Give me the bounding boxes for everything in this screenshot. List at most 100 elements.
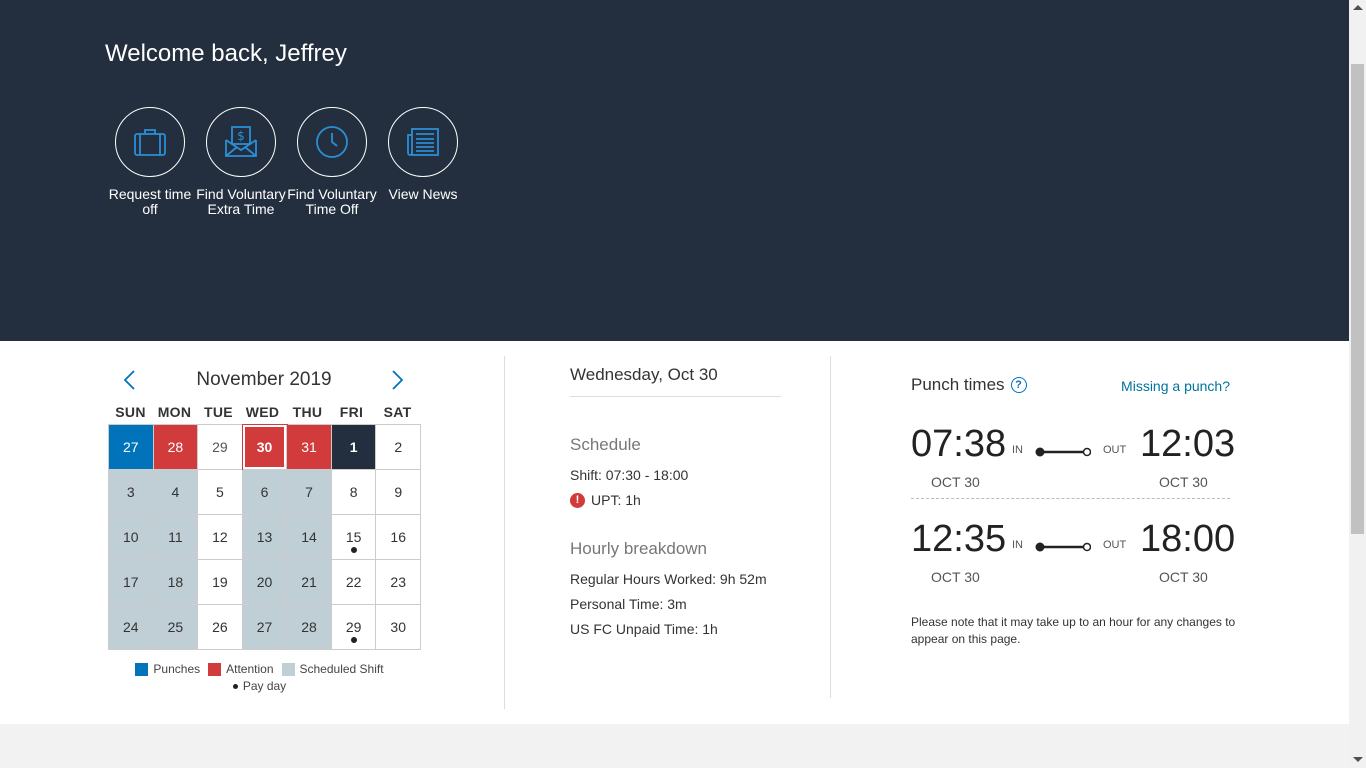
previous-month-button[interactable] xyxy=(120,369,140,391)
calendar-day[interactable]: 28 xyxy=(153,425,199,470)
calendar-day[interactable]: 14 xyxy=(287,515,332,560)
calendar-day-number: 9 xyxy=(394,484,403,500)
calendar-day[interactable]: 27 xyxy=(109,425,154,470)
calendar-day-number: 29 xyxy=(345,619,362,635)
in-label: IN xyxy=(1012,444,1023,456)
legend-attention: Attention xyxy=(208,662,274,676)
legend-scheduled-shift: Scheduled Shift xyxy=(281,662,384,676)
clock-icon xyxy=(297,107,367,177)
welcome-heading: Welcome back, Jeffrey xyxy=(105,40,347,67)
calendar-day[interactable]: 29 xyxy=(198,425,243,470)
calendar-day[interactable]: 4 xyxy=(153,470,199,515)
calendar-day-number: 13 xyxy=(256,529,273,545)
calendar-day-number: 30 xyxy=(256,439,273,455)
calendar-day[interactable]: 1 xyxy=(331,425,377,470)
calendar-day-number: 21 xyxy=(301,574,317,590)
unpaid-time-text: US FC Unpaid Time: 1h xyxy=(570,621,718,637)
calendar-day-number: 6 xyxy=(260,484,269,500)
punch-times-heading: Punch times ? xyxy=(911,375,1027,395)
punch-times-title: Punch times xyxy=(911,375,1005,394)
punch-out-time: 18:00 xyxy=(1140,518,1236,560)
weekday-header: WED xyxy=(245,404,280,420)
newspaper-icon xyxy=(388,107,458,177)
calendar-day-number: 23 xyxy=(390,574,406,590)
weekday-header: SUN xyxy=(115,404,146,420)
calendar-day[interactable]: 27 xyxy=(242,605,288,650)
calendar-day-number: 3 xyxy=(126,484,135,500)
calendar-day-number: 1 xyxy=(349,439,358,455)
calendar-day[interactable]: 10 xyxy=(109,515,154,560)
calendar-day[interactable]: 15 xyxy=(331,515,377,560)
calendar-day[interactable]: 12 xyxy=(198,515,243,560)
calendar-day-number: 19 xyxy=(212,574,228,590)
calendar-day[interactable]: 16 xyxy=(376,515,421,560)
missing-punch-link[interactable]: Missing a punch? xyxy=(1100,378,1230,394)
calendar-month-title: November 2019 xyxy=(196,369,332,390)
calendar-day[interactable]: 29 xyxy=(331,605,377,650)
calendar-day-number: 7 xyxy=(305,484,313,500)
next-month-button[interactable] xyxy=(387,369,407,391)
calendar-day[interactable]: 7 xyxy=(287,470,332,515)
calendar-day[interactable]: 31 xyxy=(287,425,332,470)
punch-in-time: 12:35 xyxy=(911,518,1007,560)
calendar-day[interactable]: 26 xyxy=(198,605,243,650)
calendar-day-number: 24 xyxy=(122,619,139,635)
find-voluntary-extra-time-button[interactable]: $ Find Voluntary Extra Time xyxy=(191,107,291,217)
calendar-day[interactable]: 30 xyxy=(376,605,421,650)
calendar-day-number: 25 xyxy=(167,619,184,635)
calendar-day[interactable]: 13 xyxy=(242,515,288,560)
calendar-day[interactable]: 21 xyxy=(287,560,332,605)
calendar-day[interactable]: 2 xyxy=(376,425,421,470)
scroll-up-arrow-icon[interactable] xyxy=(1353,5,1363,10)
calendar-day[interactable]: 3 xyxy=(109,470,154,515)
calendar-day[interactable]: 11 xyxy=(153,515,199,560)
alert-icon: ! xyxy=(570,492,585,508)
calendar-day[interactable]: 8 xyxy=(331,470,377,515)
calendar-day-number: 8 xyxy=(349,484,358,500)
calendar-day-number: 27 xyxy=(256,619,273,635)
calendar-day[interactable]: 24 xyxy=(109,605,154,650)
calendar-day[interactable]: 19 xyxy=(198,560,243,605)
column-divider xyxy=(504,356,505,709)
calendar-day-number: 15 xyxy=(345,529,362,545)
calendar-day[interactable]: 25 xyxy=(153,605,199,650)
request-time-off-label: Request time off xyxy=(108,186,192,217)
calendar-day[interactable]: 5 xyxy=(198,470,243,515)
legend-label: Scheduled Shift xyxy=(299,662,384,676)
calendar-day[interactable]: 28 xyxy=(287,605,332,650)
punch-in-date: OCT 30 xyxy=(931,474,980,490)
calendar-day[interactable]: 30 xyxy=(241,424,289,471)
calendar-day[interactable]: 23 xyxy=(376,560,421,605)
calendar-day[interactable]: 6 xyxy=(242,470,288,515)
view-news-label: View News xyxy=(388,186,458,202)
punch-in-time: 07:38 xyxy=(911,423,1007,465)
punch-connector-icon xyxy=(1035,447,1091,457)
find-voluntary-time-off-button[interactable]: Find Voluntary Time Off xyxy=(282,107,382,217)
weekday-header: SAT xyxy=(383,404,412,420)
view-news-button[interactable]: View News xyxy=(373,107,473,202)
calendar-day[interactable]: 22 xyxy=(331,560,377,605)
regular-hours-text: Regular Hours Worked: 9h 52m xyxy=(570,571,767,587)
calendar-day[interactable]: 17 xyxy=(109,560,154,605)
calendar-day[interactable]: 20 xyxy=(242,560,288,605)
punch-out-time: 12:03 xyxy=(1140,423,1236,465)
scroll-down-arrow-icon[interactable] xyxy=(1353,757,1363,762)
legend-label: Pay day xyxy=(242,679,287,693)
calendar-day[interactable]: 18 xyxy=(153,560,199,605)
chevron-left-icon xyxy=(123,370,135,390)
calendar-day-number: 10 xyxy=(122,529,139,545)
help-icon[interactable]: ? xyxy=(1010,377,1027,393)
calendar-day-number: 16 xyxy=(390,529,406,545)
calendar-legend: Punches Attention Scheduled Shift Pay da… xyxy=(108,662,411,693)
calendar-day-number: 18 xyxy=(167,574,184,590)
scrollbar-thumb[interactable] xyxy=(1351,64,1364,534)
calendar-day-number: 28 xyxy=(167,439,184,455)
calendar-day-number: 11 xyxy=(168,529,183,545)
weekday-header: FRI xyxy=(339,404,364,420)
weekday-header: TUE xyxy=(204,404,233,420)
schedule-heading: Schedule xyxy=(570,435,641,454)
request-time-off-button[interactable]: Request time off xyxy=(100,107,200,217)
calendar-day-number: 20 xyxy=(256,574,273,590)
chevron-right-icon xyxy=(392,370,404,390)
calendar-day[interactable]: 9 xyxy=(376,470,421,515)
